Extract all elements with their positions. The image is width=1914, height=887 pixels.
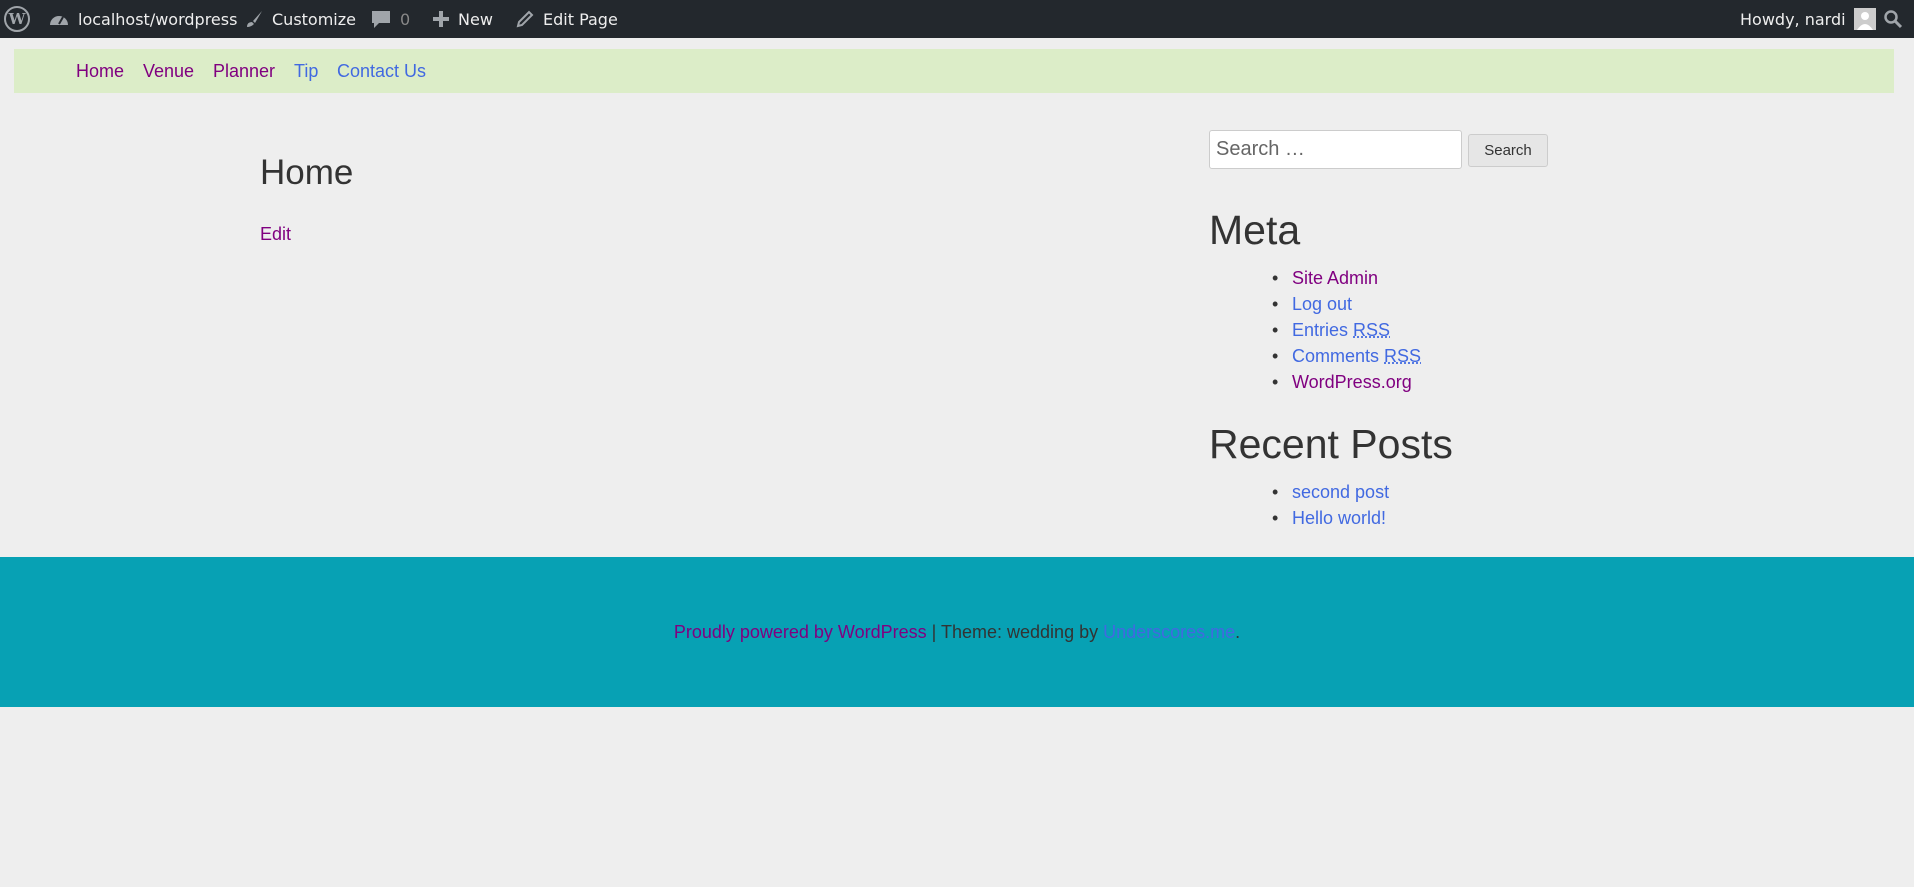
avatar: [1853, 8, 1876, 30]
theme-text: Theme: wedding by: [941, 622, 1104, 642]
page-title: Home: [260, 153, 354, 192]
entries-label: Entries: [1292, 320, 1349, 340]
site-name: localhost/wordpress: [78, 9, 238, 29]
wordpress-logo-menu[interactable]: W: [4, 0, 38, 38]
recent-post-link[interactable]: second post: [1292, 482, 1389, 502]
site-info: Proudly powered by WordPress | Theme: we…: [0, 622, 1914, 643]
comments-rss-link[interactable]: Comments RSS: [1292, 346, 1421, 366]
rss-abbr: RSS: [1384, 346, 1422, 366]
recent-posts-widget-title: Recent Posts: [1209, 421, 1453, 467]
list-item: second post: [1272, 479, 1389, 505]
powered-by-link[interactable]: Proudly powered by WordPress: [674, 622, 927, 642]
list-item: Comments RSS: [1272, 343, 1421, 369]
list-item: Site Admin: [1272, 265, 1421, 291]
search-input[interactable]: [1209, 130, 1462, 169]
list-item: Hello world!: [1272, 505, 1389, 531]
nav-item-venue[interactable]: Venue: [143, 61, 194, 82]
nav-item-tip[interactable]: Tip: [294, 61, 318, 82]
pencil-icon: [515, 9, 535, 29]
my-account-menu[interactable]: Howdy, nardi: [1740, 0, 1876, 38]
site-footer: Proudly powered by WordPress | Theme: we…: [0, 557, 1914, 707]
edit-page-link[interactable]: Edit Page: [515, 0, 618, 38]
edit-page-label: Edit Page: [543, 9, 618, 29]
list-item: Log out: [1272, 291, 1421, 317]
recent-posts-list: second post Hello world!: [1272, 479, 1389, 531]
nav-item-contact-us[interactable]: Contact Us: [337, 61, 426, 82]
main-navigation: Home Venue Planner Tip Contact Us: [14, 49, 1894, 93]
nav-item-planner[interactable]: Planner: [213, 61, 275, 82]
admin-search-toggle[interactable]: [1883, 0, 1903, 38]
svg-text:W: W: [8, 10, 27, 28]
search-button[interactable]: Search: [1468, 134, 1548, 167]
nav-item-home[interactable]: Home: [76, 61, 124, 82]
wordpress-logo-icon: W: [4, 6, 30, 32]
edit-link[interactable]: Edit: [260, 224, 291, 245]
plus-icon: [432, 10, 450, 28]
meta-list: Site Admin Log out Entries RSS Comments …: [1272, 265, 1421, 395]
recent-post-link[interactable]: Hello world!: [1292, 508, 1386, 528]
customize-label: Customize: [272, 9, 356, 29]
list-item: Entries RSS: [1272, 317, 1421, 343]
dashboard-icon: [48, 9, 70, 29]
entries-rss-link[interactable]: Entries RSS: [1292, 320, 1390, 340]
admin-bar: W localhost/wordpress Customize 0 New Ed…: [0, 0, 1914, 38]
meta-widget-title: Meta: [1209, 207, 1301, 253]
rss-abbr: RSS: [1353, 320, 1391, 340]
footer-end: .: [1235, 622, 1241, 642]
search-icon: [1883, 9, 1903, 29]
list-item: WordPress.org: [1272, 369, 1421, 395]
comments-link[interactable]: 0: [370, 0, 410, 38]
logout-link[interactable]: Log out: [1292, 294, 1352, 314]
howdy-text: Howdy, nardi: [1740, 9, 1846, 29]
site-name-menu[interactable]: localhost/wordpress: [48, 0, 237, 38]
underscores-link[interactable]: Underscores.me: [1103, 622, 1235, 642]
footer-separator: |: [926, 622, 941, 642]
brush-icon: [244, 9, 264, 29]
wordpress-org-link[interactable]: WordPress.org: [1292, 372, 1412, 392]
new-label: New: [458, 9, 493, 29]
customize-link[interactable]: Customize: [244, 0, 356, 38]
comments-label: Comments: [1292, 346, 1380, 366]
site-admin-link[interactable]: Site Admin: [1292, 268, 1378, 288]
comments-count: 0: [400, 9, 411, 29]
new-content-menu[interactable]: New: [432, 0, 493, 38]
comment-bubble-icon: [370, 8, 392, 30]
